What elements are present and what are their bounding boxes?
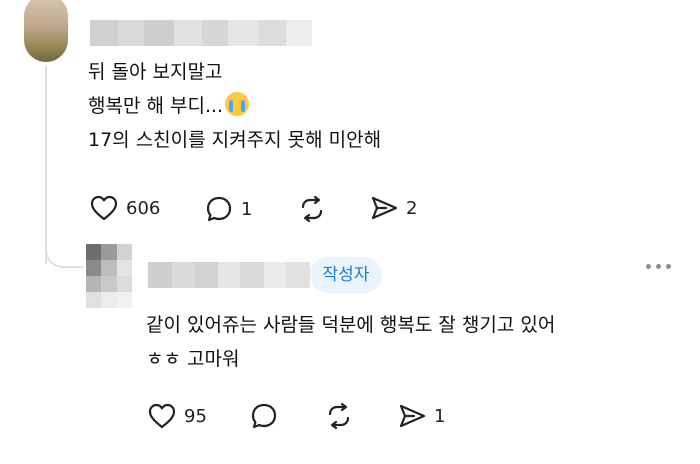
comment-bubble-icon bbox=[251, 403, 277, 429]
username-blurred[interactable] bbox=[90, 20, 312, 46]
comment-bubble-icon bbox=[206, 196, 232, 222]
repost-icon bbox=[301, 195, 323, 223]
like-count: 606 bbox=[126, 197, 161, 219]
reply-username-blurred[interactable] bbox=[148, 262, 310, 288]
like-count: 95 bbox=[184, 405, 207, 427]
more-options-icon[interactable] bbox=[646, 264, 671, 269]
share-count: 2 bbox=[406, 197, 418, 219]
author-badge: 작성자 bbox=[310, 257, 382, 293]
reply-line: 같이 있어쥬는 사람들 덕분에 행복도 잘 챙기고 있어 bbox=[146, 314, 556, 336]
reply-repost-button[interactable] bbox=[325, 402, 353, 430]
share-count: 1 bbox=[434, 405, 446, 427]
reply-avatar[interactable] bbox=[86, 244, 132, 308]
comment-body: 뒤 돌아 보지말고 행복만 해 부디... 17의 스친이를 지켜주지 못해 미… bbox=[88, 55, 381, 157]
reply-like-button[interactable]: 95 bbox=[148, 403, 207, 429]
reply-count: 1 bbox=[241, 198, 253, 220]
repost-icon bbox=[328, 402, 350, 430]
heart-icon bbox=[148, 403, 176, 429]
send-icon bbox=[399, 404, 426, 428]
avatar[interactable] bbox=[24, 0, 68, 62]
reply-button[interactable]: 1 bbox=[205, 195, 252, 223]
like-button[interactable]: 606 bbox=[90, 195, 160, 221]
reply-line: ㅎㅎ 고마워 bbox=[146, 348, 240, 370]
reply-body: 같이 있어쥬는 사람들 덕분에 행복도 잘 챙기고 있어 ㅎㅎ 고마워 bbox=[146, 308, 555, 376]
thread-connector bbox=[45, 232, 83, 268]
heart-icon bbox=[90, 195, 118, 221]
comment-line: 17의 스친이를 지켜주지 못해 미안해 bbox=[88, 129, 382, 151]
repost-button[interactable] bbox=[298, 195, 326, 223]
comment-line: 뒤 돌아 보지말고 bbox=[88, 61, 223, 83]
comment-line: 행복만 해 부디... bbox=[88, 89, 381, 123]
share-button[interactable]: 2 bbox=[370, 195, 417, 221]
crying-face-emoji bbox=[225, 92, 250, 116]
reply-reply-button[interactable] bbox=[250, 402, 278, 430]
reply-share-button[interactable]: 1 bbox=[398, 403, 445, 429]
send-icon bbox=[371, 196, 398, 220]
